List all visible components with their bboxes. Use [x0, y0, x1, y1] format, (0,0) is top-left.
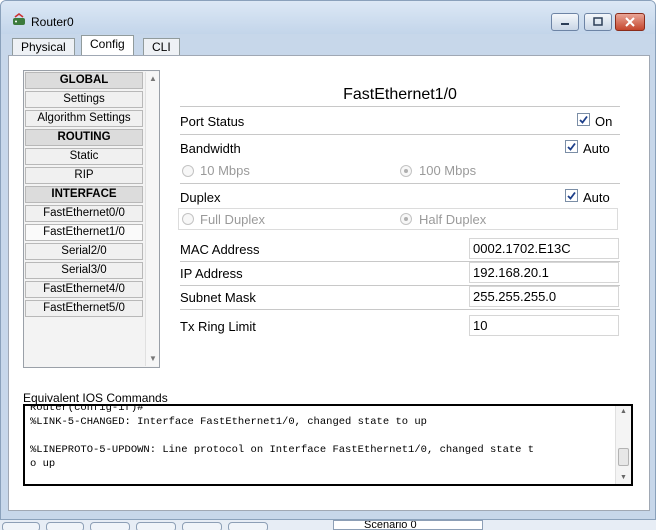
port-status-label: Port Status: [180, 114, 245, 129]
duplex-auto-checkbox[interactable]: [565, 189, 578, 202]
sidebar-item-static[interactable]: Static: [25, 148, 143, 165]
divider: [180, 309, 620, 310]
maximize-icon: [585, 14, 611, 30]
sidebar-item-fastethernet5-0[interactable]: FastEthernet5/0: [25, 300, 143, 317]
bandwidth-10-label: 10 Mbps: [200, 163, 250, 178]
minimize-icon: [552, 14, 578, 30]
console-scrollbar[interactable]: ▲ ▼: [615, 406, 631, 484]
minimize-button[interactable]: [551, 13, 579, 31]
scenario-select[interactable]: Scenario 0: [333, 520, 483, 530]
divider: [180, 106, 620, 107]
router-config-window: Router0 Physical Config CLI GLOBAL Setti…: [0, 0, 656, 520]
checkmark-icon: [579, 115, 588, 124]
subnet-mask-field[interactable]: 255.255.255.0: [469, 286, 619, 307]
console-scroll-thumb[interactable]: [618, 448, 629, 466]
config-content: GLOBAL Settings Algorithm Settings ROUTI…: [8, 55, 650, 511]
sidebar-item-algorithm-settings[interactable]: Algorithm Settings: [25, 110, 143, 127]
sidebar-header-global: GLOBAL: [25, 72, 143, 89]
close-button[interactable]: [615, 13, 645, 31]
ip-address-field[interactable]: 192.168.20.1: [469, 262, 619, 283]
mac-address-field[interactable]: 0002.1702.E13C: [469, 238, 619, 259]
taskbar-button[interactable]: [228, 522, 268, 530]
taskbar-button[interactable]: [46, 522, 84, 530]
divider: [180, 134, 620, 135]
taskbar-button[interactable]: [136, 522, 176, 530]
maximize-button[interactable]: [584, 13, 612, 31]
subnet-mask-label: Subnet Mask: [180, 290, 256, 305]
sidebar-scrollbar[interactable]: ▲ ▼: [145, 72, 159, 366]
sidebar-header-interface: INTERFACE: [25, 186, 143, 203]
scroll-up-icon[interactable]: ▲: [616, 406, 631, 418]
checkmark-icon: [567, 142, 576, 151]
taskbar: Scenario 0: [0, 520, 656, 530]
title-bar[interactable]: Router0: [1, 1, 655, 34]
checkmark-icon: [567, 191, 576, 200]
bandwidth-auto-checkbox[interactable]: [565, 140, 578, 153]
port-status-checkbox[interactable]: [577, 113, 590, 126]
sidebar-item-settings[interactable]: Settings: [25, 91, 143, 108]
scroll-down-icon[interactable]: ▼: [146, 352, 160, 366]
bandwidth-label: Bandwidth: [180, 141, 241, 156]
bandwidth-10-radio[interactable]: [182, 165, 194, 177]
tab-physical[interactable]: Physical: [12, 38, 75, 56]
tx-ring-limit-label: Tx Ring Limit: [180, 319, 256, 334]
ios-console[interactable]: Router(config-if)# %LINK-5-CHANGED: Inte…: [23, 404, 633, 486]
bandwidth-auto-label: Auto: [583, 141, 610, 156]
sidebar-item-rip[interactable]: RIP: [25, 167, 143, 184]
sidebar-header-routing: ROUTING: [25, 129, 143, 146]
half-duplex-radio[interactable]: [400, 213, 412, 225]
tab-cli[interactable]: CLI: [143, 38, 180, 56]
bandwidth-100-label: 100 Mbps: [419, 163, 477, 178]
duplex-auto-label: Auto: [583, 190, 610, 205]
sidebar-item-fastethernet4-0[interactable]: FastEthernet4/0: [25, 281, 143, 298]
tab-strip: Physical Config CLI: [1, 34, 655, 56]
interface-title: FastEthernet1/0: [343, 86, 457, 103]
duplex-label: Duplex: [180, 190, 221, 205]
config-sidebar: GLOBAL Settings Algorithm Settings ROUTI…: [23, 70, 160, 368]
close-icon: [616, 14, 644, 30]
tab-config[interactable]: Config: [81, 35, 134, 56]
half-duplex-label: Half Duplex: [419, 212, 487, 227]
full-duplex-label: Full Duplex: [200, 212, 266, 227]
port-status-on-label: On: [595, 114, 613, 129]
ip-address-label: IP Address: [180, 266, 243, 281]
scroll-down-icon[interactable]: ▼: [616, 472, 631, 484]
ios-console-text: Router(config-if)# %LINK-5-CHANGED: Inte…: [30, 404, 535, 470]
sidebar-item-serial3-0[interactable]: Serial3/0: [25, 262, 143, 279]
window-title: Router0: [31, 15, 74, 29]
sidebar-item-fastethernet1-0[interactable]: FastEthernet1/0: [25, 224, 143, 241]
sidebar-list: GLOBAL Settings Algorithm Settings ROUTI…: [25, 72, 143, 319]
divider: [180, 183, 620, 184]
scroll-up-icon[interactable]: ▲: [146, 72, 160, 86]
taskbar-button[interactable]: [2, 522, 40, 530]
equivalent-ios-label: Equivalent IOS Commands: [23, 391, 168, 405]
tx-ring-limit-field[interactable]: 10: [469, 315, 619, 336]
taskbar-button[interactable]: [182, 522, 222, 530]
sidebar-item-serial2-0[interactable]: Serial2/0: [25, 243, 143, 260]
router-app-icon: [12, 13, 26, 27]
full-duplex-radio[interactable]: [182, 213, 194, 225]
taskbar-button[interactable]: [90, 522, 130, 530]
bandwidth-100-radio[interactable]: [400, 165, 412, 177]
mac-address-label: MAC Address: [180, 242, 260, 257]
sidebar-item-fastethernet0-0[interactable]: FastEthernet0/0: [25, 205, 143, 222]
